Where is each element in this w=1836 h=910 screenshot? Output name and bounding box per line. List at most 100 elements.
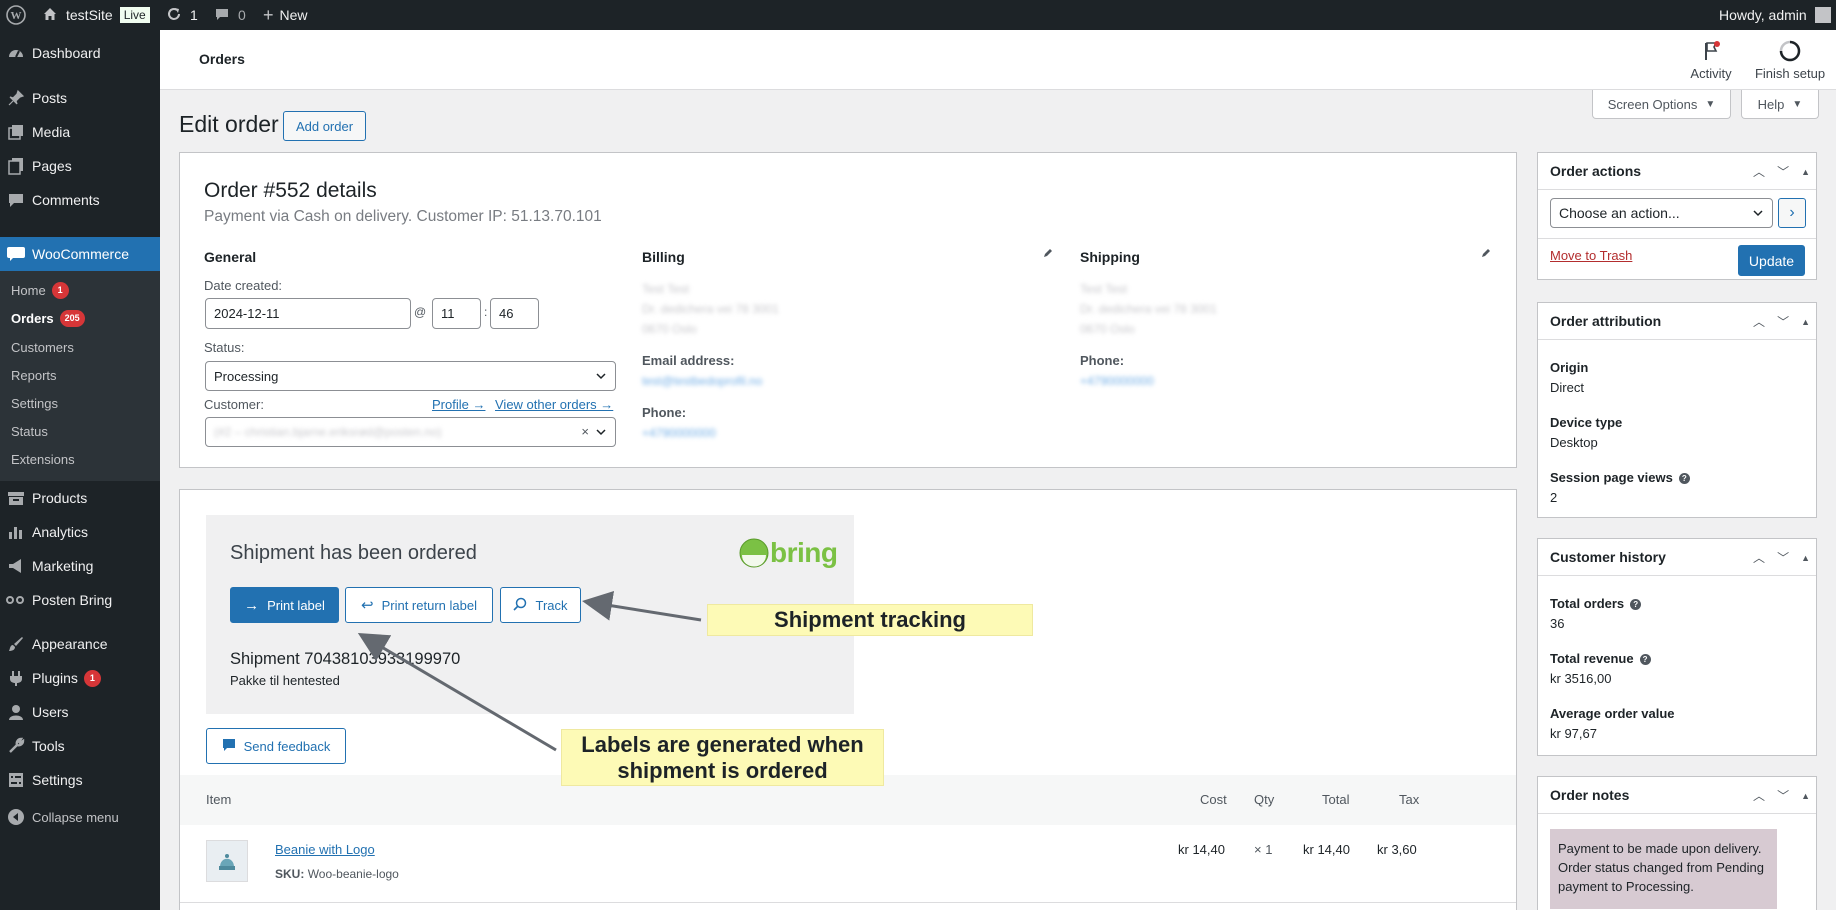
menu-settings[interactable]: Settings xyxy=(0,763,160,797)
menu-analytics[interactable]: Analytics xyxy=(0,515,160,549)
email-link[interactable]: test@testbedoprofil.no xyxy=(642,374,762,388)
screen-options-button[interactable]: Screen Options ▼ xyxy=(1592,90,1731,119)
feedback-icon xyxy=(222,738,236,755)
edit-shipping-pencil-icon[interactable] xyxy=(1480,247,1492,262)
hour-input[interactable]: 11 xyxy=(432,298,481,329)
page-title: Edit order xyxy=(179,111,279,137)
shipment-number: Shipment 70438103933199970 xyxy=(230,650,461,668)
collapse-menu-button[interactable]: Collapse menu xyxy=(0,800,160,834)
home-badge: 1 xyxy=(51,281,69,299)
chevron-down-icon[interactable]: ﹀ xyxy=(1777,549,1789,566)
user-icon xyxy=(6,702,26,722)
submenu-status[interactable]: Status xyxy=(11,421,48,441)
item-total: kr 14,40 xyxy=(1303,842,1350,857)
comments-icon xyxy=(6,190,26,210)
profile-link[interactable]: Profile → xyxy=(432,397,485,412)
chevron-up-icon[interactable]: ︿ xyxy=(1753,549,1765,566)
menu-posts[interactable]: Posts xyxy=(0,81,160,115)
comments-link[interactable]: 0 xyxy=(214,0,246,30)
my-account-link[interactable]: Howdy, admin xyxy=(1719,0,1831,30)
date-created-input[interactable]: 2024-12-11 xyxy=(205,298,411,329)
move-to-trash-link[interactable]: Move to Trash xyxy=(1550,248,1632,263)
chevron-down-icon[interactable]: ﹀ xyxy=(1777,163,1789,180)
chevron-down-icon[interactable]: ﹀ xyxy=(1777,787,1789,804)
chevron-up-icon[interactable]: ︿ xyxy=(1753,787,1765,804)
item-cost: kr 14,40 xyxy=(1178,842,1225,857)
finish-setup-button[interactable]: Finish setup xyxy=(1750,40,1830,81)
search-icon xyxy=(513,597,527,614)
home-icon xyxy=(42,6,58,25)
menu-dashboard[interactable]: Dashboard xyxy=(0,36,160,70)
archive-icon xyxy=(6,488,26,508)
shipping-phone-link[interactable]: +4790000000 xyxy=(1080,374,1154,388)
track-button[interactable]: Track xyxy=(500,587,581,623)
clear-icon[interactable]: × xyxy=(581,424,589,439)
menu-comments[interactable]: Comments xyxy=(0,183,160,217)
site-name-link[interactable]: testSite Live xyxy=(42,0,151,30)
help-icon[interactable]: ? xyxy=(1678,473,1690,485)
add-order-button[interactable]: Add order xyxy=(283,111,366,141)
edit-billing-pencil-icon[interactable] xyxy=(1042,247,1054,262)
customer-select[interactable]: (#2 – christian.bjarne.eriksrød@posten.n… xyxy=(205,417,616,447)
apply-action-button[interactable]: › xyxy=(1778,198,1806,228)
svg-text:W: W xyxy=(11,10,22,22)
print-return-label-button[interactable]: ↩ Print return label xyxy=(345,587,493,623)
woocommerce-header: Orders Activity Finish setup xyxy=(160,30,1836,90)
shipping-heading: Shipping xyxy=(1080,249,1140,265)
menu-woocommerce[interactable]: WooCommerce xyxy=(0,237,160,271)
triangle-up-icon[interactable]: ▲ xyxy=(1801,167,1810,177)
caret-down-icon: ▼ xyxy=(1792,98,1803,110)
product-name-link[interactable]: Beanie with Logo xyxy=(275,842,375,857)
view-other-orders-link[interactable]: View other orders → xyxy=(495,397,613,412)
menu-products[interactable]: Products xyxy=(0,481,160,515)
product-thumbnail[interactable] xyxy=(206,840,248,882)
caret-down-icon: ▼ xyxy=(1705,98,1716,110)
status-select[interactable]: Processing xyxy=(205,361,616,391)
menu-pages[interactable]: Pages xyxy=(0,149,160,183)
submenu-extensions[interactable]: Extensions xyxy=(11,449,75,469)
triangle-up-icon[interactable]: ▲ xyxy=(1801,791,1810,801)
order-action-select[interactable]: Choose an action... xyxy=(1550,198,1773,228)
session-views-label: Session page views? xyxy=(1550,470,1690,485)
column-cost: Cost xyxy=(1200,792,1227,807)
help-button[interactable]: Help ▼ xyxy=(1741,90,1819,119)
submenu-customers[interactable]: Customers xyxy=(11,337,74,357)
new-content-link[interactable]: + New xyxy=(263,0,308,30)
billing-phone-link[interactable]: +4790000000 xyxy=(642,426,716,440)
submenu-orders[interactable]: Orders 205 xyxy=(11,308,85,328)
menu-plugins[interactable]: Plugins 1 xyxy=(0,661,160,695)
triangle-up-icon[interactable]: ▲ xyxy=(1801,553,1810,563)
print-label-button[interactable]: → Print label xyxy=(230,587,339,623)
send-feedback-button[interactable]: Send feedback xyxy=(206,728,346,764)
chevron-down-icon[interactable]: ﹀ xyxy=(1777,313,1789,330)
updates-link[interactable]: 1 xyxy=(166,0,198,30)
menu-appearance[interactable]: Appearance xyxy=(0,627,160,661)
menu-tools[interactable]: Tools xyxy=(0,729,160,763)
submenu-home[interactable]: Home 1 xyxy=(11,280,69,300)
activity-button[interactable]: Activity xyxy=(1681,40,1741,81)
menu-marketing[interactable]: Marketing xyxy=(0,549,160,583)
submenu-reports[interactable]: Reports xyxy=(11,365,57,385)
shipment-service: Pakke til hentested xyxy=(230,673,340,688)
menu-users[interactable]: Users xyxy=(0,695,160,729)
bar-chart-icon xyxy=(6,522,26,542)
chevron-up-icon[interactable]: ︿ xyxy=(1753,313,1765,330)
minute-input[interactable]: 46 xyxy=(490,298,539,329)
submenu-settings[interactable]: Settings xyxy=(11,393,58,413)
average-order-label: Average order value xyxy=(1550,706,1675,721)
help-icon[interactable]: ? xyxy=(1630,599,1642,611)
billing-address-line: Dr. dedichera vei 78 3001 xyxy=(642,302,779,316)
order-actions-box: Order actions ︿ ﹀ ▲ Choose an action... › … xyxy=(1537,152,1817,280)
wordpress-logo-icon[interactable]: W xyxy=(6,0,26,30)
menu-posten-bring[interactable]: Posten Bring xyxy=(0,583,160,617)
column-total: Total xyxy=(1322,792,1350,807)
update-button[interactable]: Update xyxy=(1738,245,1805,276)
help-icon[interactable]: ? xyxy=(1639,654,1651,666)
chevron-up-icon[interactable]: ︿ xyxy=(1753,163,1765,180)
pin-icon xyxy=(6,88,26,108)
triangle-up-icon[interactable]: ▲ xyxy=(1801,317,1810,327)
collapse-icon xyxy=(6,807,26,827)
total-revenue-value: kr 3516,00 xyxy=(1550,671,1612,686)
menu-media[interactable]: Media xyxy=(0,115,160,149)
product-sku: SKU: Woo-beanie-logo xyxy=(275,867,399,881)
